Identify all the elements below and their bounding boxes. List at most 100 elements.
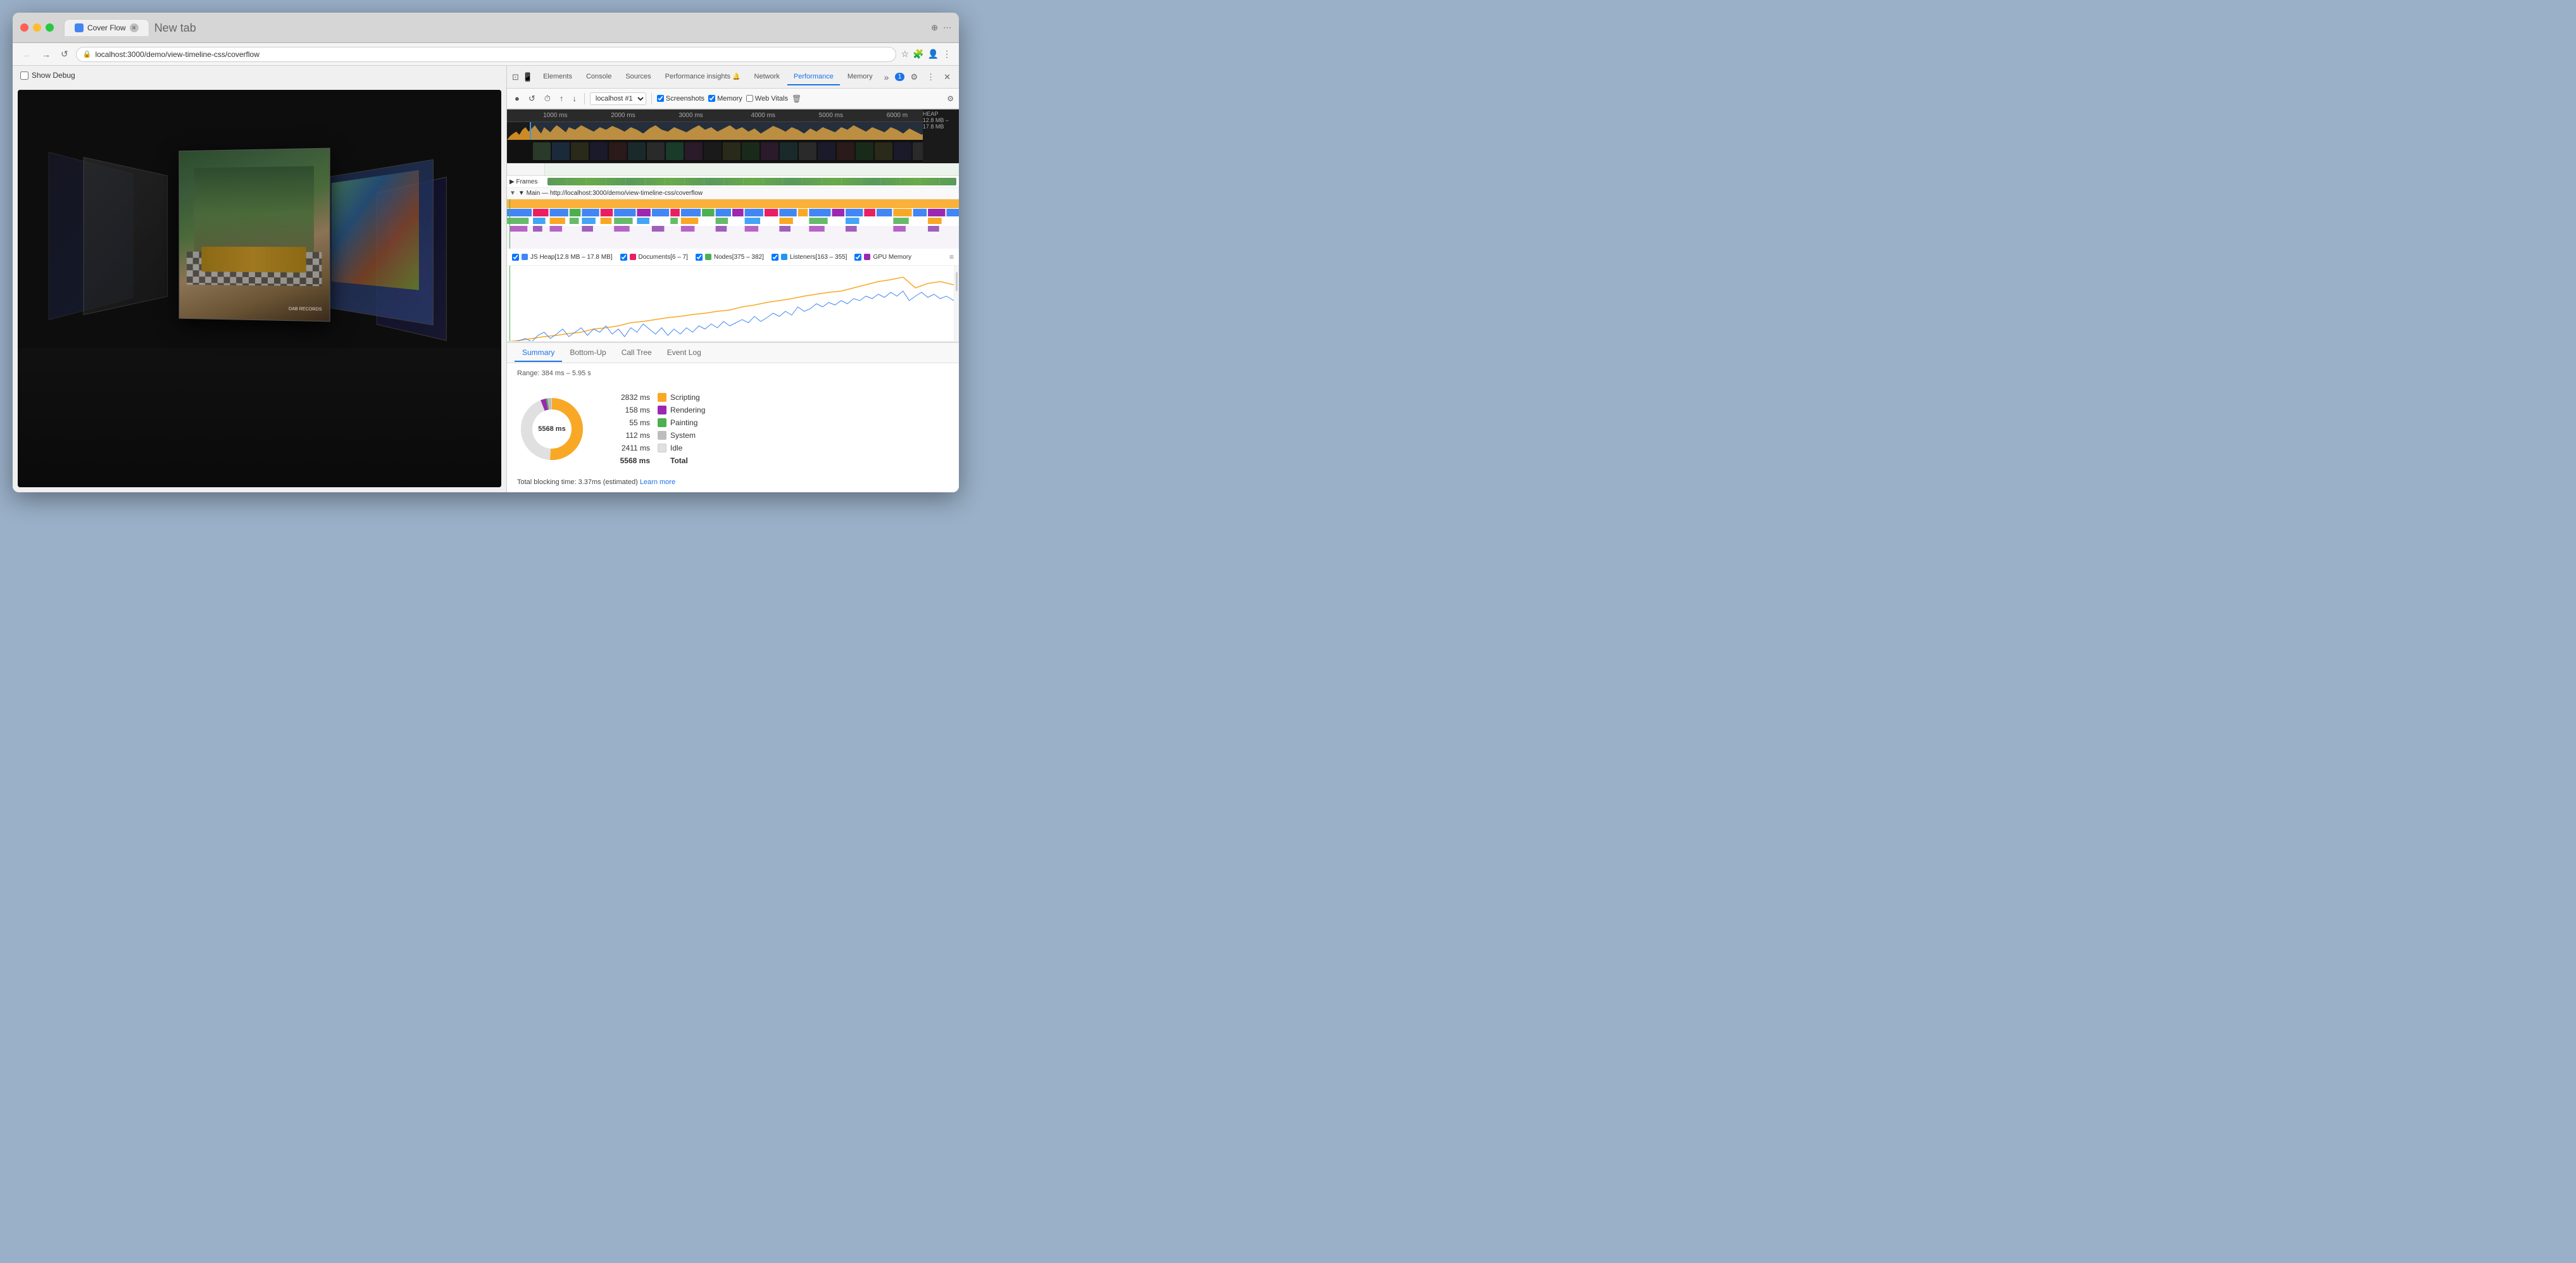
legend-gpu-checkbox[interactable] — [854, 254, 861, 261]
upload-button[interactable]: ↑ — [557, 92, 566, 104]
legend-nodes-checkbox[interactable] — [696, 254, 703, 261]
learn-more-link[interactable]: Learn more — [640, 478, 675, 486]
tab-sources[interactable]: Sources — [619, 69, 657, 85]
tab-label: Cover Flow — [87, 23, 126, 32]
new-tab-button[interactable]: New tab — [152, 22, 199, 34]
bookmark-button[interactable]: ☆ — [901, 49, 910, 59]
extensions-button[interactable]: 🧩 — [913, 49, 923, 59]
devtools-close-button[interactable]: ✕ — [941, 70, 954, 84]
webpage-area: Show Debug — [13, 66, 506, 492]
screenshot-thumb[interactable] — [704, 142, 722, 160]
address-bar[interactable]: 🔒 localhost:3000/demo/view-timeline-css/… — [76, 47, 896, 62]
profile-button[interactable]: ⊕ — [931, 23, 938, 33]
record-button[interactable]: ● — [512, 92, 522, 104]
legend-documents-color — [630, 254, 636, 260]
devtools-inspect-button[interactable]: ⊡ — [512, 72, 519, 82]
screenshot-thumb[interactable] — [666, 142, 684, 160]
screenshot-thumb[interactable] — [723, 142, 741, 160]
screenshots-toggle[interactable]: Screenshots — [657, 95, 704, 103]
user-menu-button[interactable]: 👤 — [928, 49, 939, 59]
tab-performance[interactable]: Performance — [787, 69, 840, 85]
memory-toggle[interactable]: Memory — [708, 95, 742, 103]
devtools-tools: 1 ⚙ ⋮ ✕ — [895, 70, 954, 84]
screenshot-thumb[interactable] — [552, 142, 570, 160]
screenshot-thumb[interactable] — [837, 142, 854, 160]
profile-selector[interactable]: localhost #1 — [590, 92, 646, 105]
more-tabs-button[interactable]: » — [880, 70, 893, 85]
timer-button[interactable]: ⏱ — [542, 92, 553, 105]
tab-event-log[interactable]: Event Log — [660, 344, 709, 362]
screenshot-thumb[interactable] — [571, 142, 589, 160]
browser-menu-button[interactable]: ⋯ — [943, 23, 951, 33]
screenshot-thumb[interactable] — [780, 142, 797, 160]
tab-elements[interactable]: Elements — [537, 69, 578, 85]
scrollbar-thumb[interactable] — [956, 272, 958, 291]
devtools-settings-button[interactable]: ⚙ — [907, 70, 921, 84]
web-vitals-checkbox[interactable] — [746, 95, 753, 102]
tab-bottom-up[interactable]: Bottom-Up — [562, 344, 613, 362]
donut-chart: 5568 ms — [517, 394, 587, 464]
devtools-device-button[interactable]: 📱 — [523, 72, 533, 82]
legend-js-heap[interactable]: JS Heap[12.8 MB – 17.8 MB] — [512, 254, 613, 261]
timeline-overview: 1000 ms 2000 ms 3000 ms 4000 ms 5000 ms … — [507, 109, 959, 163]
legend-js-heap-checkbox[interactable] — [512, 254, 519, 261]
tab-close-button[interactable]: ✕ — [130, 23, 139, 32]
screenshot-thumb[interactable] — [533, 142, 551, 160]
show-debug-label[interactable]: Show Debug — [20, 71, 75, 80]
screenshot-thumb[interactable] — [628, 142, 646, 160]
maximize-button[interactable] — [46, 23, 54, 32]
show-debug-checkbox[interactable] — [20, 72, 28, 80]
legend-listeners[interactable]: Listeners[163 – 355] — [772, 254, 847, 261]
devtools-kebab-button[interactable]: ⋮ — [923, 70, 938, 84]
summary-row-total: 5568 ms Total — [606, 454, 949, 467]
legend-documents[interactable]: Documents[6 – 7] — [620, 254, 688, 261]
back-button[interactable]: ← — [20, 48, 34, 61]
close-button[interactable] — [20, 23, 28, 32]
clear-button[interactable]: 🗑 — [792, 94, 801, 103]
tab-performance-insights[interactable]: Performance insights 🔔 — [659, 69, 747, 85]
timeline-ruler: 1000 ms 2000 ms 3000 ms 4000 ms 5000 ms … — [507, 109, 959, 122]
screenshot-thumb[interactable] — [875, 142, 892, 160]
legend-listeners-checkbox[interactable] — [772, 254, 778, 261]
screenshot-thumb[interactable] — [609, 142, 627, 160]
expand-arrow[interactable]: ▼ — [510, 190, 516, 197]
reload-button[interactable]: ↺ — [58, 47, 71, 61]
legend-gpu-color — [864, 254, 870, 260]
screenshot-thumb[interactable] — [761, 142, 778, 160]
reload-record-button[interactable]: ↺ — [526, 92, 538, 105]
legend-documents-checkbox[interactable] — [620, 254, 627, 261]
screenshot-thumb[interactable] — [818, 142, 835, 160]
browser-tab[interactable]: Cover Flow ✕ — [64, 19, 149, 36]
tab-summary[interactable]: Summary — [515, 344, 562, 362]
legend-gpu[interactable]: GPU Memory — [854, 254, 911, 261]
screenshot-thumb[interactable] — [894, 142, 911, 160]
screenshot-thumb[interactable] — [856, 142, 873, 160]
screenshot-thumb[interactable] — [647, 142, 665, 160]
web-vitals-toggle[interactable]: Web Vitals — [746, 95, 788, 103]
bottom-panel: Summary Bottom-Up Call Tree Event Log Ra… — [507, 342, 959, 492]
screenshots-checkbox[interactable] — [657, 95, 664, 102]
screenshot-thumb[interactable] — [685, 142, 703, 160]
memory-checkbox[interactable] — [708, 95, 715, 102]
legend-nodes[interactable]: Nodes[375 – 382] — [696, 254, 764, 261]
tab-call-tree[interactable]: Call Tree — [614, 344, 660, 362]
memory-scrollbar[interactable] — [954, 266, 959, 341]
screenshot-thumb[interactable] — [590, 142, 608, 160]
screenshot-thumb[interactable] — [742, 142, 760, 160]
page-toolbar: Show Debug — [13, 66, 506, 85]
timeline-selection[interactable] — [530, 122, 927, 140]
frames-label[interactable]: ▶ Frames — [510, 178, 547, 185]
legend-scroll-btn[interactable]: ≡ — [949, 252, 954, 261]
tab-network[interactable]: Network — [748, 69, 786, 85]
browser-settings-button[interactable]: ⋮ — [942, 49, 951, 59]
download-button[interactable]: ↓ — [570, 92, 579, 104]
forward-button[interactable]: → — [39, 48, 53, 61]
system-time: 112 ms — [606, 431, 650, 440]
url-text: localhost:3000/demo/view-timeline-css/co… — [95, 50, 259, 59]
screenshot-thumb[interactable] — [799, 142, 816, 160]
minimize-button[interactable] — [33, 23, 41, 32]
rendering-label: Rendering — [670, 406, 705, 414]
perf-settings-button[interactable]: ⚙ — [947, 94, 954, 103]
tab-memory[interactable]: Memory — [841, 69, 879, 85]
tab-console[interactable]: Console — [580, 69, 618, 85]
